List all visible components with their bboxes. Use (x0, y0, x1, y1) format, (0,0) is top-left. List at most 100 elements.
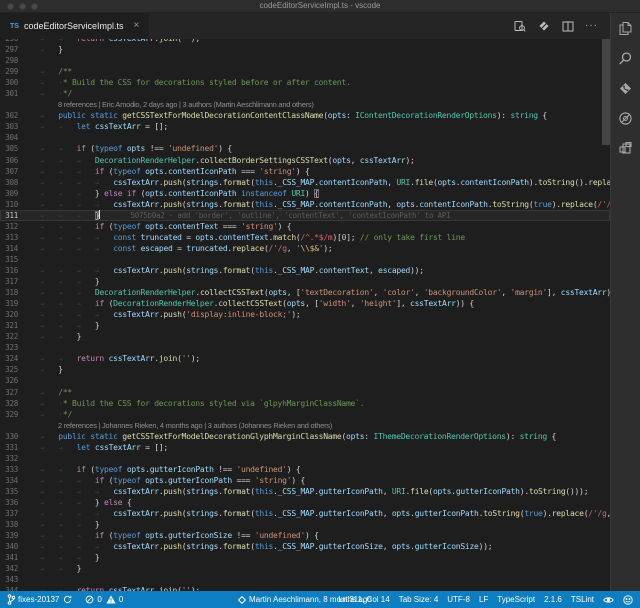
debug-icon[interactable] (618, 110, 634, 126)
code-line-300[interactable]: 300→·* Build the CSS for decorations sty… (0, 77, 610, 88)
code-line-322[interactable]: 322→→} (0, 331, 610, 342)
minimize-window-button[interactable] (19, 3, 26, 10)
source-control-icon[interactable] (618, 80, 634, 96)
line-number[interactable]: 315 (0, 254, 18, 265)
line-number[interactable]: 317 (0, 276, 18, 287)
line-number[interactable]: 343 (0, 574, 18, 585)
code-line-329[interactable]: 329→·*/ (0, 409, 610, 420)
code-line-338[interactable]: 338→→→} (0, 519, 610, 530)
code-line-297[interactable]: 297→} (0, 44, 610, 55)
editor-scrollbar[interactable] (602, 39, 610, 591)
line-number[interactable]: 323 (0, 342, 18, 353)
code-line-298[interactable]: 298 (0, 55, 610, 66)
line-number[interactable]: 309 (0, 188, 18, 199)
code-line-324[interactable]: 324→→return cssTextArr.join(''); (0, 353, 610, 364)
code-line-339[interactable]: 339→→→if (typeof opts.gutterIconSize !==… (0, 530, 610, 541)
line-number[interactable]: 327 (0, 387, 18, 398)
line-number[interactable]: 313 (0, 232, 18, 243)
code-line-336[interactable]: 336→→→} else { (0, 497, 610, 508)
code-line-299[interactable]: 299→/** (0, 66, 610, 77)
line-number[interactable]: 338 (0, 519, 18, 530)
code-line-313[interactable]: 313→→→→const truncated = opts.contentTex… (0, 232, 610, 243)
code-line-308[interactable]: 308→→→→cssTextArr.push(strings.format(th… (0, 177, 610, 188)
line-number[interactable]: 319 (0, 298, 18, 309)
code-line-318[interactable]: 318→→→DecorationRenderHelper.collectCSST… (0, 287, 610, 298)
line-number[interactable]: 299 (0, 66, 18, 77)
line-number[interactable]: 303 (0, 121, 18, 132)
eye-icon[interactable] (603, 596, 614, 604)
line-number[interactable]: 336 (0, 497, 18, 508)
code-line-330[interactable]: 330→public static getCSSTextForModelDeco… (0, 431, 610, 442)
code-line-316[interactable]: 316→→→→cssTextArr.push(strings.format(th… (0, 265, 610, 276)
line-number[interactable]: 322 (0, 331, 18, 342)
code-line-332[interactable]: 332 (0, 453, 610, 464)
git-branch-status[interactable]: fixes-20137 (7, 594, 59, 605)
code-line-309[interactable]: 309→→→} else if (opts.contentIconPath in… (0, 188, 610, 199)
line-number[interactable]: 326 (0, 375, 18, 386)
line-number[interactable]: 342 (0, 563, 18, 574)
language-mode-status[interactable]: TypeScript (497, 595, 535, 604)
gitlens-blame-status[interactable]: Martin Aeschlimann, 8 months ago (238, 595, 372, 604)
extensions-icon[interactable] (618, 140, 634, 156)
line-number[interactable]: 335 (0, 486, 18, 497)
sync-button[interactable] (63, 595, 72, 604)
code-line-341[interactable]: 341→→→} (0, 552, 610, 563)
line-number[interactable]: 300 (0, 77, 18, 88)
line-number[interactable]: 297 (0, 44, 18, 55)
line-number[interactable]: 301 (0, 88, 18, 99)
close-tab-icon[interactable]: × (134, 21, 140, 31)
line-number[interactable]: 339 (0, 530, 18, 541)
code-line-320[interactable]: 320→→→→cssTextArr.push('display:inline-b… (0, 309, 610, 320)
code-line-312[interactable]: 312→→→if (typeof opts.contentText === 's… (0, 221, 610, 232)
line-number[interactable]: 314 (0, 243, 18, 254)
encoding-status[interactable]: UTF-8 (447, 595, 470, 604)
code-line-325[interactable]: 325→} (0, 364, 610, 375)
code-line-337[interactable]: 337→→→→cssTextArr.push(strings.format(th… (0, 508, 610, 519)
code-line-328[interactable]: 328→·* Build the CSS for decorations sty… (0, 398, 610, 409)
tab-codeEditorServiceImpl[interactable]: TS codeEditorServiceImpl.ts × (0, 13, 149, 39)
line-number[interactable]: 320 (0, 309, 18, 320)
code-line-302[interactable]: 302→public static getCSSTextForModelDeco… (0, 110, 610, 121)
line-number[interactable]: 312 (0, 221, 18, 232)
code-line-334[interactable]: 334→→→if (typeof opts.gutterIconPath ===… (0, 475, 610, 486)
code-editor[interactable]: 296→→return cssTextArr.join('');297→}298… (0, 39, 610, 591)
line-number[interactable]: 330 (0, 431, 18, 442)
explorer-files-icon[interactable] (618, 20, 634, 36)
code-line-340[interactable]: 340→→→→cssTextArr.push(strings.format(th… (0, 541, 610, 552)
line-number[interactable]: 308 (0, 177, 18, 188)
line-number[interactable]: 321 (0, 320, 18, 331)
open-preview-icon[interactable] (513, 20, 526, 33)
code-line-321[interactable]: 321→→→} (0, 320, 610, 331)
more-actions-icon[interactable]: ··· (585, 20, 598, 33)
code-line-331[interactable]: 331→→let cssTextArr = []; (0, 442, 610, 453)
code-line-326[interactable]: 326 (0, 375, 610, 386)
code-line-306[interactable]: 306→→→DecorationRenderHelper.collectBord… (0, 155, 610, 166)
line-number[interactable]: 334 (0, 475, 18, 486)
code-line-311[interactable]: 311→→→}5075b0a2 · add 'border', 'outline… (0, 210, 610, 221)
code-line-319[interactable]: 319→→→if (DecorationRenderHelper.collect… (0, 298, 610, 309)
warning-count[interactable]: 0 (106, 595, 123, 604)
code-line-342[interactable]: 342→→} (0, 563, 610, 574)
code-line-307[interactable]: 307→→→if (typeof opts.contentIconPath ==… (0, 166, 610, 177)
code-line-327[interactable]: 327→/** (0, 387, 610, 398)
code-line-317[interactable]: 317→→→} (0, 276, 610, 287)
eol-status[interactable]: LF (479, 595, 488, 604)
code-line-314[interactable]: 314→→→→const escaped = truncated.replace… (0, 243, 610, 254)
split-editor-icon[interactable] (561, 20, 574, 33)
line-number[interactable]: 305 (0, 143, 18, 154)
line-number[interactable]: 304 (0, 132, 18, 143)
search-icon[interactable] (618, 50, 634, 66)
typescript-version-status[interactable]: 2.1.6 (544, 595, 562, 604)
code-line-305[interactable]: 305→→if (typeof opts !== 'undefined') { (0, 143, 610, 154)
scrollbar-thumb[interactable] (602, 39, 610, 145)
code-line-343[interactable]: 343 (0, 574, 610, 585)
code-line-335[interactable]: 335→→→→cssTextArr.push(strings.format(th… (0, 486, 610, 497)
line-number[interactable]: 328 (0, 398, 18, 409)
line-number[interactable]: 310 (0, 199, 18, 210)
code-line-301[interactable]: 301→·*/ (0, 88, 610, 99)
line-number[interactable]: 298 (0, 55, 18, 66)
line-number[interactable]: 311 (0, 210, 18, 221)
codelens-annotation[interactable]: 8 references | Eric Amodio, 2 days ago |… (0, 99, 610, 110)
line-number[interactable]: 307 (0, 166, 18, 177)
line-number[interactable]: 302 (0, 110, 18, 121)
